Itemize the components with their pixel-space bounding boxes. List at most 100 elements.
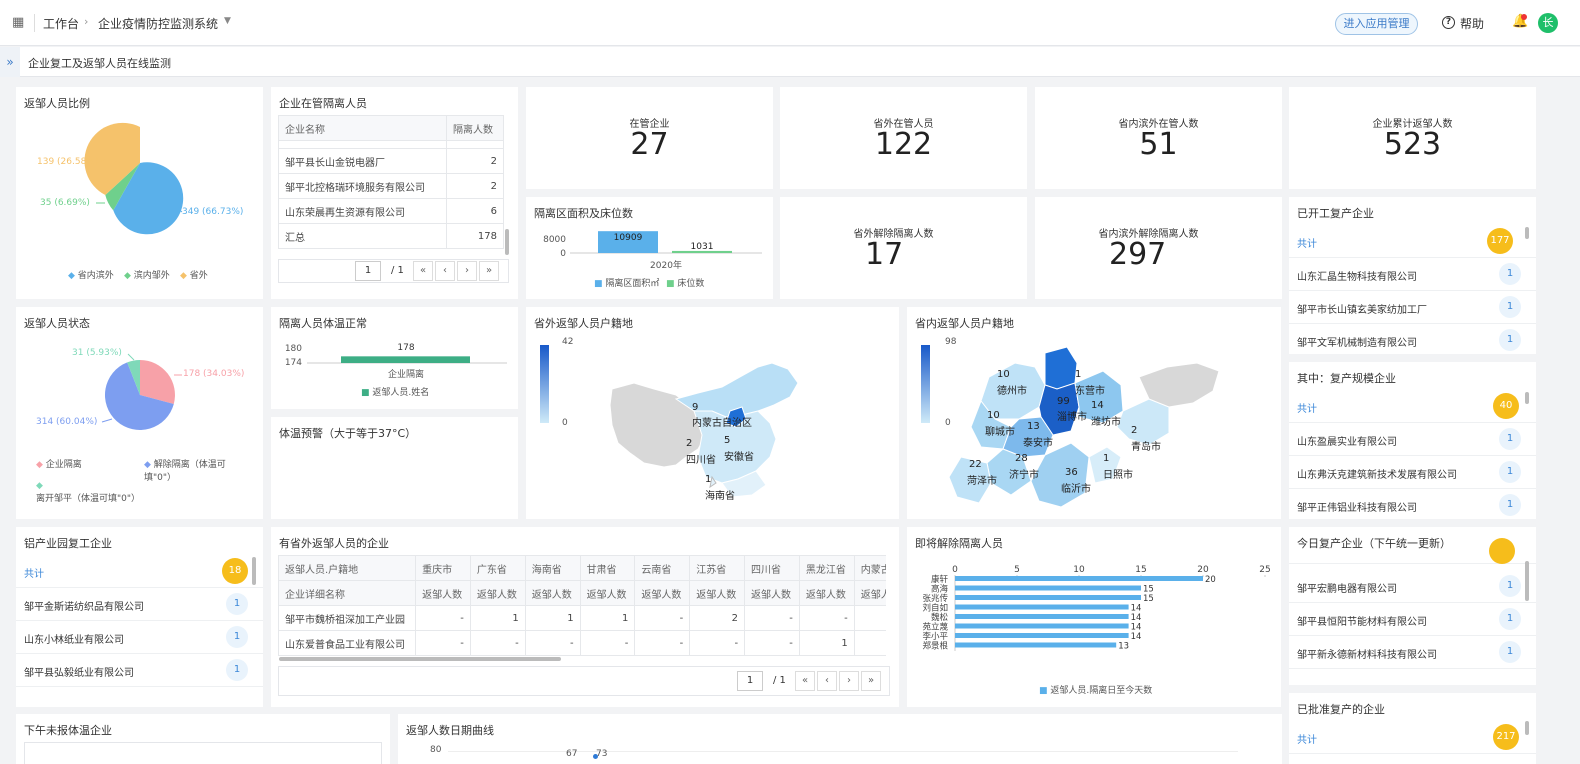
page-input[interactable]: 1 — [355, 261, 381, 281]
legend-item[interactable]: ◆ 企业隔离 — [36, 457, 82, 470]
bar — [955, 576, 1203, 581]
total-label: 共计 — [24, 569, 44, 580]
breadcrumb-workbench[interactable]: 工作台 — [43, 15, 79, 32]
last-page-button[interactable]: » — [479, 261, 499, 281]
list-item[interactable]: 邹平新永德新材料科技有限公司 1 — [1289, 636, 1536, 669]
column-header[interactable]: 黑龙江省 — [798, 555, 855, 581]
column-header[interactable]: 江苏省 — [689, 555, 746, 581]
scrollbar[interactable] — [1525, 561, 1529, 601]
list-item[interactable]: 邹平文军机械制造有限公司 1 — [1289, 324, 1536, 354]
table-row[interactable]: 汇总 178 — [278, 223, 504, 249]
table-row[interactable]: 山东爱普食品工业有限公司 - - - - - - -1 — [278, 630, 886, 656]
list-item[interactable]: 邹平市长山镇玄美家纺加工厂 1 — [1289, 291, 1536, 324]
legend-item[interactable]: ■ 返邹人员.隔离日至今天数 — [1039, 683, 1152, 696]
list-item[interactable]: 山东弗沃克建筑新技术发展有限公司 1 — [1289, 456, 1536, 489]
column-header[interactable]: 企业详细名称 — [278, 580, 417, 606]
list-item[interactable]: 山东盈晨实业有限公司 1 — [1289, 423, 1536, 456]
card-title: 已批准复产的企业 — [1297, 703, 1385, 716]
legend-item[interactable]: ■ 床位数 — [666, 276, 704, 289]
list-total-row[interactable]: 共计 18 — [16, 555, 263, 588]
column-header[interactable]: 企业名称 — [278, 115, 447, 141]
prev-page-button[interactable]: ‹ — [435, 261, 455, 281]
table-row[interactable]: 邹平市魏桥祖深加工产业园 -1 1 1-2- - — [278, 605, 886, 631]
next-page-button[interactable]: › — [457, 261, 477, 281]
scrollbar[interactable] — [505, 229, 509, 255]
map-region-dongying[interactable] — [1044, 346, 1078, 390]
column-header[interactable]: 返邹人数 — [579, 580, 636, 606]
column-header[interactable]: 返邹人数 — [853, 580, 886, 606]
list-total-row[interactable]: 共计 217 — [1289, 721, 1536, 754]
legend-item[interactable]: ■ 隔离区面积㎡ — [594, 276, 659, 289]
legend-item[interactable]: ■ 返邹人员.姓名 — [361, 385, 429, 398]
count-badge: 1 — [1499, 428, 1521, 450]
table-row[interactable]: 山东荣晨再生资源有限公司 6 — [278, 198, 504, 224]
column-header[interactable]: 云南省 — [634, 555, 691, 581]
prev-page-button[interactable]: ‹ — [817, 671, 837, 691]
enter-app-management-button[interactable]: 进入应用管理 — [1335, 13, 1418, 35]
list-item[interactable]: 邹平县恒阳节能材料有限公司 1 — [1289, 603, 1536, 636]
data-label: 13 — [1118, 642, 1129, 652]
pie-label: 139 (26.58%) — [37, 157, 99, 167]
total-label: 共计 — [1297, 735, 1317, 746]
help-icon[interactable]: ? — [1442, 16, 1455, 29]
column-header[interactable]: 返邹人数 — [798, 580, 855, 606]
column-header[interactable]: 返邹人数 — [634, 580, 691, 606]
list-item[interactable]: 山东汇晶生物科技有限公司 1 — [1289, 258, 1536, 291]
next-page-button[interactable]: › — [839, 671, 859, 691]
first-page-button[interactable]: « — [413, 261, 433, 281]
column-header[interactable]: 海南省 — [524, 555, 581, 581]
legend-item[interactable]: ◆ 滨内邹外 — [124, 268, 170, 281]
avatar[interactable]: 长 — [1538, 13, 1558, 33]
temp-warning-card: 体温预警（大于等于37°C） — [271, 417, 518, 519]
list-item[interactable]: 山东小林纸业有限公司 1 — [16, 621, 263, 654]
total-badge — [1489, 538, 1515, 564]
page-input[interactable]: 1 — [737, 671, 763, 691]
app-grid-icon[interactable]: ▦ — [12, 15, 26, 30]
legend-item[interactable]: ◆ 省外 — [180, 268, 208, 281]
column-header[interactable]: 返邹人数 — [689, 580, 746, 606]
horizontal-scrollbar[interactable] — [279, 657, 561, 661]
column-header[interactable]: 返邹人员.户籍地 — [278, 555, 417, 581]
legend-item[interactable]: ◆ 解除隔离（体温可填"0"） — [144, 457, 249, 483]
bar — [955, 585, 1141, 591]
column-header[interactable]: 重庆市 — [415, 555, 471, 581]
column-header[interactable]: 返邹人数 — [415, 580, 471, 606]
card-title: 下午未报体温企业 — [24, 724, 112, 737]
scrollbar[interactable] — [252, 557, 256, 585]
column-header[interactable]: 内蒙古自治 — [853, 555, 886, 581]
last-page-button[interactable]: » — [861, 671, 881, 691]
data-point[interactable] — [593, 754, 598, 759]
data-label: 14 — [1131, 623, 1142, 633]
column-header[interactable]: 甘肃省 — [579, 555, 636, 581]
column-header[interactable]: 返邹人数 — [744, 580, 800, 606]
list-item[interactable]: 邹平正伟铝业科技有限公司 1 — [1289, 489, 1536, 519]
table-row[interactable]: 邹平北控格瑞环境服务有限公司 2 — [278, 173, 504, 199]
table-cell: - — [415, 605, 471, 631]
list-item[interactable]: 邹平金斯诺纺织品有限公司 1 — [16, 588, 263, 621]
map-label: 海南省 — [705, 491, 735, 502]
legend-label: 床位数 — [677, 279, 705, 289]
scrollbar[interactable] — [1525, 227, 1529, 239]
column-header[interactable]: 返邹人数 — [524, 580, 581, 606]
column-header[interactable]: 返邹人数 — [469, 580, 526, 606]
list-total-row[interactable]: 共计 177 — [1289, 225, 1536, 258]
card-title: 返邹人数日期曲线 — [406, 724, 494, 737]
column-header[interactable]: 广东省 — [469, 555, 526, 581]
column-header[interactable]: 隔离人数 — [446, 115, 504, 141]
aluminum-companies-card: 铝产业园复工企业 共计 18 邹平金斯诺纺织品有限公司 1 山东小林纸业有限公司 1 … — [16, 527, 263, 707]
column-header[interactable]: 四川省 — [744, 555, 800, 581]
list-item[interactable]: 邹平宏鹏电器有限公司 1 — [1289, 570, 1536, 603]
help-link[interactable]: 帮助 — [1460, 15, 1484, 32]
legend-item[interactable]: ◆ 离开邹平（体温可填"0"） — [36, 481, 146, 504]
scrollbar[interactable] — [1525, 392, 1529, 404]
table-row[interactable]: 邹平县长山金锐电器厂 2 — [278, 148, 504, 174]
breadcrumb-system[interactable]: 企业疫情防控监测系统 — [98, 15, 218, 32]
chevron-down-icon[interactable]: ▼ — [224, 16, 231, 26]
first-page-button[interactable]: « — [795, 671, 815, 691]
list-total-row[interactable]: 共计 40 — [1289, 390, 1536, 423]
expand-icon[interactable]: » — [0, 47, 20, 77]
company-name: 山东盈晨实业有限公司 — [1297, 437, 1397, 448]
legend-item[interactable]: ◆ 省内滨外 — [68, 268, 114, 281]
list-item[interactable]: 邹平县弘毅纸业有限公司 1 — [16, 654, 263, 687]
scrollbar[interactable] — [1525, 721, 1529, 735]
